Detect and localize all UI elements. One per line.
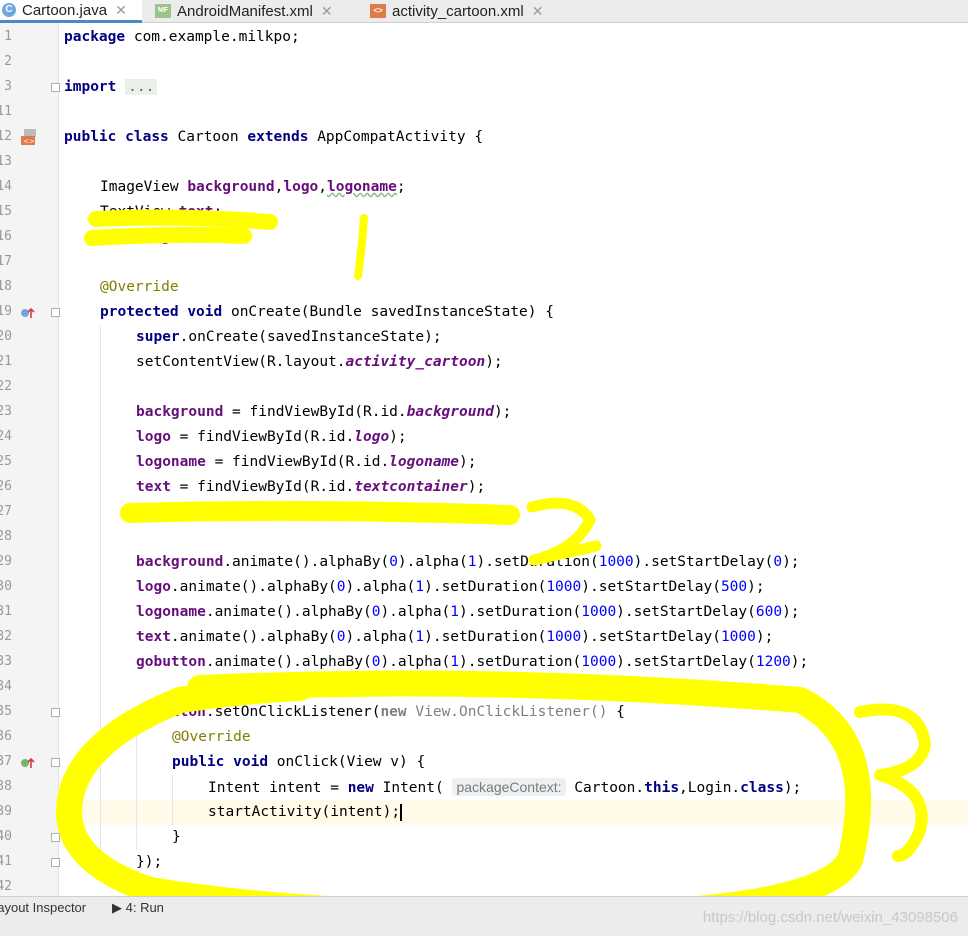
implement-gutter-icon[interactable] <box>20 756 36 770</box>
fold-marker[interactable] <box>51 308 60 317</box>
code-line: text.animate().alphaBy(0).alpha(1).setDu… <box>136 629 774 645</box>
override-gutter-icon[interactable] <box>20 306 36 320</box>
line-number: 29 <box>0 554 12 569</box>
line-number: 35 <box>0 704 12 719</box>
line-number: 39 <box>0 804 12 819</box>
code-line: logoname = findViewById(R.id.logoname); <box>136 454 477 470</box>
fold-marker[interactable] <box>51 83 60 92</box>
close-icon[interactable]: ✕ <box>532 3 544 20</box>
line-number: 41 <box>0 854 12 869</box>
fold-marker[interactable] <box>51 708 60 717</box>
code-line: public void onClick(View v) { <box>172 754 426 770</box>
code-line: import ... <box>64 75 158 100</box>
code-line: gobutton.animate().alphaBy(0).alpha(1).s… <box>136 654 809 670</box>
fold-marker[interactable] <box>51 758 60 767</box>
code-line: ImageView background,logo,logoname; <box>100 179 406 195</box>
line-number: 21 <box>0 354 12 369</box>
line-number: 28 <box>0 529 12 544</box>
line-number: 38 <box>0 779 12 794</box>
manifest-icon: MF <box>155 4 171 18</box>
code-line: Button gobutton; <box>100 229 240 245</box>
folded-imports[interactable]: ... <box>125 79 158 95</box>
code-line: startActivity(intent); <box>208 803 402 821</box>
line-number: 17 <box>0 254 12 269</box>
line-number: 1 <box>4 29 12 44</box>
code-line: background = findViewById(R.id.backgroun… <box>136 404 512 420</box>
code-line: background.animate().alphaBy(0).alpha(1)… <box>136 554 800 570</box>
code-line: logo.animate().alphaBy(0).alpha(1).setDu… <box>136 579 765 595</box>
text-caret <box>400 803 402 821</box>
line-number: 37 <box>0 754 12 769</box>
code-line: } <box>172 829 181 845</box>
parameter-hint: packageContext: <box>452 778 566 796</box>
line-number: 33 <box>0 654 12 669</box>
line-number: 26 <box>0 479 12 494</box>
code-line: logo = findViewById(R.id.logo); <box>136 429 407 445</box>
code-line: }); <box>136 854 163 870</box>
line-number: 40 <box>0 829 12 844</box>
layout-gutter-icon[interactable]: <> <box>20 128 38 146</box>
tab-cartoon-java[interactable]: C Cartoon.java ✕ <box>0 0 142 23</box>
line-number: 24 <box>0 429 12 444</box>
code-line: Intent intent = new Intent( packageConte… <box>208 778 802 796</box>
fold-marker[interactable] <box>51 858 60 867</box>
code-line: logoname.animate().alphaBy(0).alpha(1).s… <box>136 604 800 620</box>
tab-label: AndroidManifest.xml <box>177 2 313 20</box>
code-line: gobutton.setOnClickListener(new View.OnC… <box>136 704 625 720</box>
line-number: 15 <box>0 204 12 219</box>
line-number: 32 <box>0 629 12 644</box>
code-line: gobutton = findViewById(R.id.gobutton); <box>136 504 477 520</box>
xml-layout-icon: <> <box>370 4 386 18</box>
run-tool-button[interactable]: ▶ 4: Run <box>112 900 164 916</box>
line-number: 23 <box>0 404 12 419</box>
code-editor[interactable]: package com.example.milkpo; import ... p… <box>64 25 968 895</box>
tab-label: Cartoon.java <box>22 1 108 19</box>
tab-activity-cartoon-xml[interactable]: <> activity_cartoon.xml ✕ <box>370 0 543 22</box>
code-line: protected void onCreate(Bundle savedInst… <box>100 304 554 320</box>
code-line: package com.example.milkpo; <box>64 29 300 45</box>
fold-marker[interactable] <box>51 833 60 842</box>
code-line: text = findViewById(R.id.textcontainer); <box>136 479 486 495</box>
layout-inspector-button[interactable]: Layout Inspector <box>0 900 86 915</box>
line-number: 3 <box>4 79 12 94</box>
line-number: 25 <box>0 454 12 469</box>
line-number: 34 <box>0 679 12 694</box>
line-number: 30 <box>0 579 12 594</box>
line-number: 18 <box>0 279 12 294</box>
code-line: TextView text; <box>100 204 223 220</box>
line-number: 13 <box>0 154 12 169</box>
line-number: 31 <box>0 604 12 619</box>
line-number: 19 <box>0 304 12 319</box>
code-line: super.onCreate(savedInstanceState); <box>136 329 442 345</box>
bottom-tool-bar: Layout Inspector ▶ 4: Run https://blog.c… <box>0 896 968 936</box>
code-line: @Override <box>172 729 251 745</box>
code-line: @Override <box>100 279 179 295</box>
tab-label: activity_cartoon.xml <box>392 2 524 20</box>
line-number: 27 <box>0 504 12 519</box>
line-number: 16 <box>0 229 12 244</box>
code-line: public class Cartoon extends AppCompatAc… <box>64 129 484 145</box>
line-number: 36 <box>0 729 12 744</box>
line-number: 42 <box>0 879 12 894</box>
line-number: 22 <box>0 379 12 394</box>
run-tool-label: 4: Run <box>125 900 164 915</box>
svg-text:<>: <> <box>23 138 35 146</box>
close-icon[interactable]: ✕ <box>321 3 333 20</box>
watermark-text: https://blog.csdn.net/weixin_43098506 <box>702 909 958 926</box>
line-number: 11 <box>0 104 12 119</box>
close-icon[interactable]: ✕ <box>115 2 127 19</box>
line-number: 20 <box>0 329 12 344</box>
java-class-icon: C <box>2 3 16 17</box>
line-number: 2 <box>4 54 12 69</box>
code-line: setContentView(R.layout.activity_cartoon… <box>136 354 503 370</box>
line-number: 12 <box>0 129 12 144</box>
line-number: 14 <box>0 179 12 194</box>
tab-android-manifest[interactable]: MF AndroidManifest.xml ✕ <box>155 0 333 22</box>
editor-tab-bar: C Cartoon.java ✕ MF AndroidManifest.xml … <box>0 0 968 23</box>
